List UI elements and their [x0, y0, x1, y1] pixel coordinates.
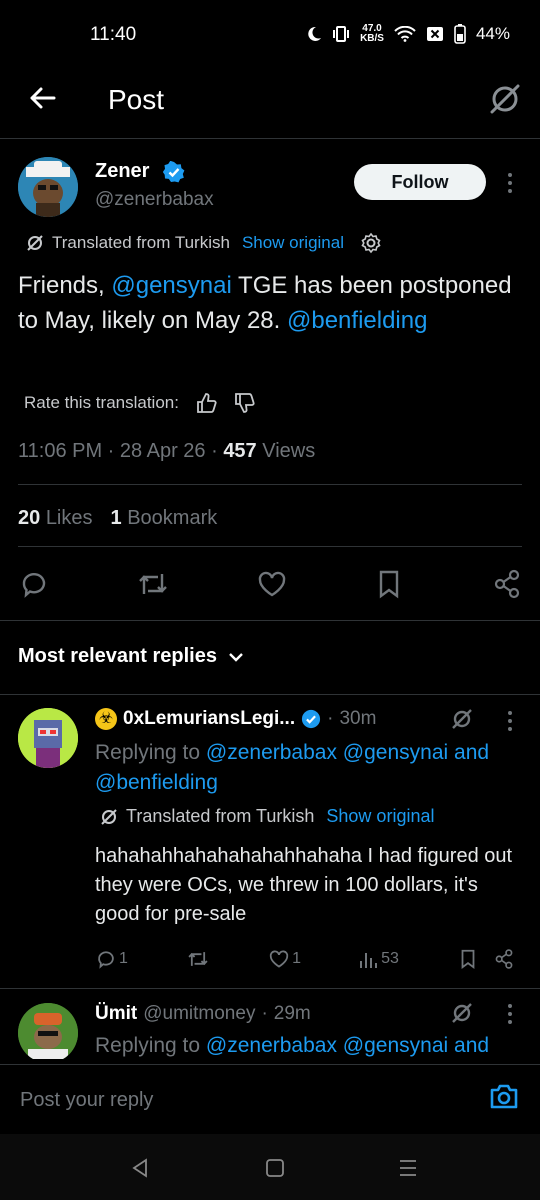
more-options-icon[interactable]: [500, 1003, 520, 1025]
bookmark-icon[interactable]: [373, 568, 405, 600]
actions-divider: [0, 620, 540, 621]
reply-text: hahahahhahahahahahhahaha I had figured o…: [95, 845, 513, 925]
replying-to: Replying to @zenerbabax @gensynai and @b…: [95, 741, 490, 794]
thumbs-down-icon[interactable]: [233, 392, 255, 414]
status-icons: 47.0 KB/S 44%: [306, 24, 510, 44]
translated-label: Translated from Turkish: [52, 233, 230, 252]
reply-avatar[interactable]: [18, 708, 78, 768]
grok-icon[interactable]: [450, 707, 474, 731]
author-handle[interactable]: @zenerbabax: [95, 189, 214, 211]
stats-divider: [18, 484, 522, 485]
author-name[interactable]: Zener: [95, 160, 149, 183]
grok-icon[interactable]: [450, 1001, 474, 1025]
more-options-icon[interactable]: [500, 710, 520, 732]
reply-time: 30m: [339, 708, 377, 729]
show-original-link[interactable]: Show original: [326, 806, 434, 827]
back-arrow-icon[interactable]: [28, 84, 56, 112]
views-count: 457: [223, 440, 257, 462]
mention-link[interactable]: @zenerbabax @gensynai: [206, 741, 448, 764]
reply-item: Ümit @umitmoney · 29m Replying to @zener…: [0, 989, 540, 1059]
chevron-down-icon: [229, 652, 243, 662]
mention-link[interactable]: @benfielding: [287, 307, 427, 334]
biohazard-icon: ☣: [95, 708, 117, 730]
reply-icon: [98, 951, 114, 969]
likes-stat[interactable]: 20 Likes: [18, 507, 93, 530]
post-text: Friends, @gensynai TGE has been postpone…: [18, 272, 512, 334]
net-speed: 47.0 KB/S: [360, 23, 384, 44]
settings-gear-icon[interactable]: [360, 232, 382, 254]
like-icon: [269, 950, 289, 968]
reply-icon[interactable]: [18, 568, 50, 600]
mention-link[interactable]: @benfielding: [95, 771, 218, 794]
translated-row: Translated from Turkish Show original: [26, 232, 382, 254]
mention-link[interactable]: @zenerbabax @gensynai: [206, 1034, 448, 1057]
thumbs-up-icon[interactable]: [195, 392, 217, 414]
nav-home-icon[interactable]: [265, 1158, 285, 1178]
header-divider: [0, 138, 540, 139]
page-title: Post: [108, 84, 165, 115]
close-box-icon: [426, 27, 443, 41]
post-meta: 11:06 PM · 28 Apr 26 · 457 Views: [18, 440, 316, 462]
system-nav-bar: [0, 1134, 540, 1200]
reply-author-name[interactable]: Ümit: [95, 1003, 137, 1025]
replies-sort-dropdown[interactable]: Most relevant replies: [18, 645, 245, 668]
show-original-link[interactable]: Show original: [242, 233, 344, 253]
reply-header: Ümit @umitmoney · 29m: [95, 1003, 311, 1025]
reply-input[interactable]: [18, 1084, 442, 1116]
grok-icon[interactable]: [488, 82, 522, 116]
repost-icon: [188, 952, 208, 966]
post-stats: 20 Likes 1 Bookmark: [18, 507, 217, 530]
replies-divider: [0, 694, 540, 695]
moon-icon: [308, 26, 322, 41]
verified-badge-icon: [302, 709, 321, 729]
battery-icon: [454, 24, 466, 44]
reply-translated-row: Translated from Turkish Show original: [100, 806, 434, 827]
like-icon[interactable]: [256, 568, 288, 600]
nav-recents-icon[interactable]: [398, 1158, 418, 1178]
views-chart-icon: [360, 953, 378, 968]
rate-translation-label: Rate this translation:: [24, 393, 179, 412]
reply-repost-button[interactable]: [186, 948, 210, 970]
reply-time: 29m: [273, 1003, 311, 1024]
replying-to: Replying to @zenerbabax @gensynai and: [95, 1034, 490, 1057]
grok-translate-icon: [101, 808, 117, 825]
repost-icon[interactable]: [136, 568, 170, 600]
reply-reply-button[interactable]: 1: [95, 948, 128, 970]
verified-badge-icon: [163, 161, 185, 183]
more-options-icon[interactable]: [500, 172, 520, 194]
camera-icon[interactable]: [488, 1080, 520, 1112]
battery-percent: 44%: [475, 24, 510, 43]
status-bar: 11:40 47.0 KB/S 44%: [0, 0, 540, 70]
grok-translate-icon: [27, 235, 43, 251]
reply-header: ☣ 0xLemuriansLegi... · 30m: [95, 708, 376, 730]
mention-link[interactable]: @gensynai: [111, 272, 231, 299]
rate-translation-row: Rate this translation:: [24, 392, 255, 414]
bookmarks-stat[interactable]: 1 Bookmark: [111, 507, 218, 530]
stats-divider-2: [18, 546, 522, 547]
reply-views[interactable]: 53: [359, 949, 399, 969]
nav-back-icon[interactable]: [130, 1158, 150, 1178]
vibrate-icon: [333, 26, 350, 42]
share-icon[interactable]: [491, 568, 523, 600]
bookmark-icon[interactable]: [457, 948, 479, 970]
share-icon[interactable]: [493, 948, 515, 970]
reply-author-handle[interactable]: @umitmoney: [143, 1003, 255, 1025]
post-action-bar: [18, 568, 523, 600]
follow-button[interactable]: Follow: [354, 164, 486, 200]
status-time: 11:40: [90, 24, 137, 45]
reply-action-bar: 1 1 53: [95, 948, 515, 970]
author-avatar[interactable]: [18, 157, 78, 217]
wifi-icon: [394, 26, 416, 42]
reply-avatar[interactable]: [18, 1003, 78, 1059]
reply-composer: [0, 1064, 540, 1134]
reply-like-button[interactable]: 1: [268, 948, 301, 970]
reply-author-name[interactable]: 0xLemuriansLegi...: [123, 708, 295, 730]
